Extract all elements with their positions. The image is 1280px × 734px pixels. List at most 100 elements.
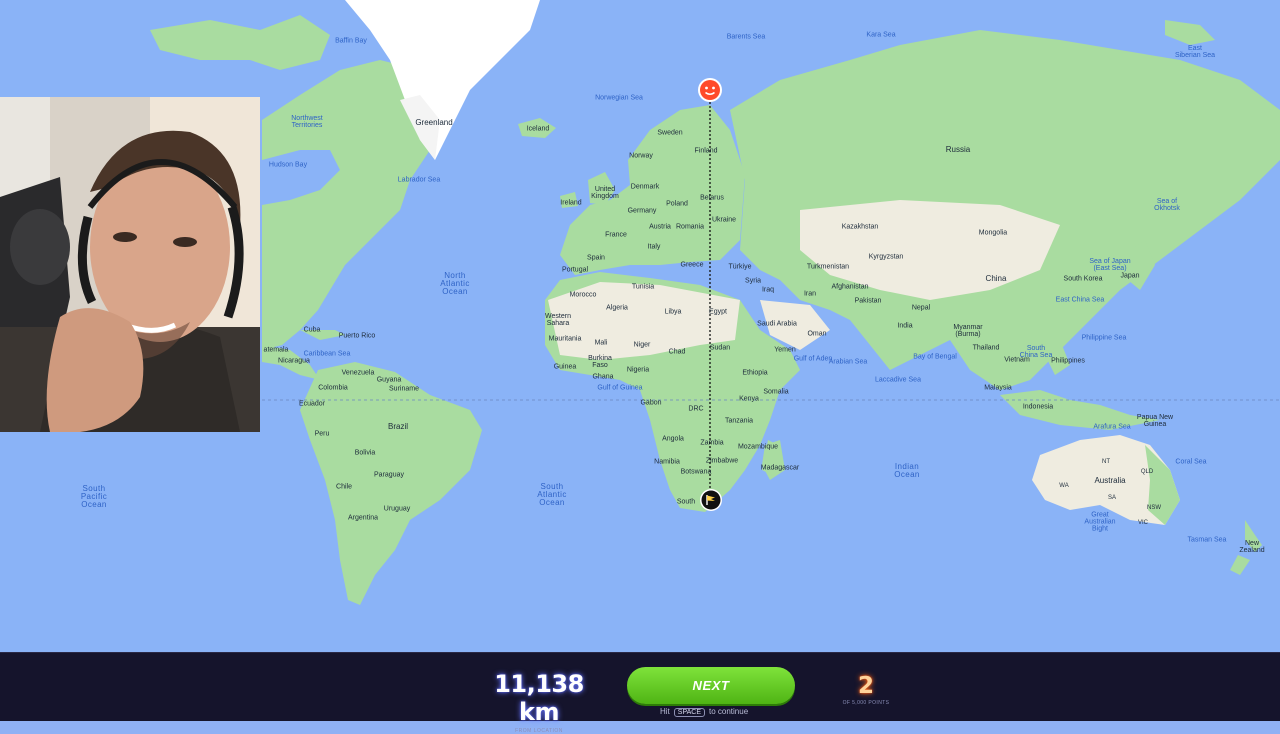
country-label-bolivia: Bolivia [354, 449, 376, 457]
country-label-nigeria: Nigeria [626, 366, 650, 374]
country-label-somalia: Somalia [763, 388, 789, 396]
country-label-iran: Iran [803, 290, 817, 298]
country-label-japan: Japan [1120, 272, 1140, 280]
ocean-label-indian: Indian Ocean [894, 462, 920, 479]
country-label-ecuador: Ecuador [298, 400, 326, 408]
sea-label-philippine: Philippine Sea [1081, 334, 1127, 342]
country-label-iceland: Iceland [526, 125, 550, 133]
country-label-new-zealand: New Zealand [1239, 540, 1265, 554]
points-caption: OF 5,000 POINTS [842, 700, 890, 706]
country-label-nepal: Nepal [911, 304, 931, 312]
country-label-malaysia: Malaysia [984, 384, 1012, 392]
country-label-nicaragua: Nicaragua [278, 357, 310, 365]
region-label-northwest-territories: Northwest Territories [291, 115, 323, 129]
country-label-kazakhstan: Kazakhstan [841, 223, 879, 231]
country-label-austria: Austria [649, 223, 671, 231]
country-label-gabon: Gabon [640, 399, 662, 407]
sea-label-gulf-of-aden: Gulf of Aden [793, 355, 833, 363]
sea-label-okhotsk: Sea of Okhotsk [1154, 198, 1180, 212]
country-label-united-kingdom: United Kingdom [591, 186, 619, 200]
country-label-madagascar: Madagascar [760, 464, 800, 472]
country-label-mongolia: Mongolia [978, 229, 1008, 237]
country-label-namibia: Namibia [654, 458, 680, 466]
country-label-mali: Mali [594, 339, 608, 347]
country-label-romania: Romania [675, 223, 705, 231]
country-label-brazil: Brazil [387, 422, 409, 431]
country-label-chile: Chile [336, 483, 352, 491]
country-label-saudi-arabia: Saudi Arabia [757, 320, 797, 328]
country-label-yemen: Yemen [774, 346, 796, 354]
sea-label-kara: Kara Sea [866, 31, 896, 39]
country-label-burkina-faso: Burkina Faso [588, 355, 612, 369]
state-label-wa: WA [1059, 483, 1069, 489]
sea-label-labrador: Labrador Sea [397, 176, 441, 184]
country-label-south-africa: South [676, 498, 696, 506]
country-label-spain: Spain [587, 254, 605, 262]
streamer-webcam-feed [0, 97, 260, 432]
country-label-syria: Syria [745, 277, 761, 285]
country-label-denmark: Denmark [630, 183, 660, 191]
sea-label-baffin-bay: Baffin Bay [335, 37, 367, 45]
country-label-poland: Poland [666, 200, 688, 208]
country-label-botswana: Botswana [680, 468, 712, 476]
sea-label-coral: Coral Sea [1175, 458, 1207, 466]
flag-pin-icon [700, 489, 722, 511]
country-label-portugal: Portugal [561, 266, 589, 274]
country-label-oman: Oman [807, 330, 827, 338]
country-label-belarus: Belarus [700, 194, 724, 202]
sea-label-great-australian-bight: Great Australian Bight [1084, 511, 1116, 533]
hint-prefix: Hit [660, 707, 670, 716]
country-label-drc: DRC [688, 405, 704, 413]
smiley-face-pin-icon [698, 78, 722, 102]
next-button[interactable]: NEXT [627, 667, 795, 704]
state-label-nsw: NSW [1147, 505, 1161, 511]
streamer-webcam [0, 97, 260, 432]
space-key-badge: SPACE [673, 708, 705, 717]
ocean-label-north-atlantic: North Atlantic Ocean [440, 271, 470, 296]
country-label-chad: Chad [668, 348, 686, 356]
sea-label-laccadive: Laccadive Sea [875, 376, 921, 384]
country-label-ethiopia: Ethiopia [742, 369, 768, 377]
country-label-guyana: Guyana [376, 376, 402, 384]
country-label-sweden: Sweden [657, 129, 683, 137]
country-label-guinea: Guinea [553, 363, 577, 371]
country-label-angola: Angola [662, 435, 684, 443]
sea-label-gulf-of-guinea: Gulf of Guinea [597, 384, 643, 392]
country-label-vietnam: Vietnam [1004, 356, 1030, 364]
sea-label-caribbean: Caribbean Sea [303, 350, 351, 358]
sea-label-norwegian: Norwegian Sea [595, 94, 643, 102]
country-label-sudan: Sudan [709, 344, 731, 352]
country-label-cuba: Cuba [303, 326, 321, 334]
continue-hint: Hit SPACE to continue [660, 707, 748, 717]
distance-value: 11,138 km [494, 670, 584, 726]
state-label-sa: SA [1107, 495, 1117, 501]
country-label-ireland: Ireland [560, 199, 582, 207]
country-label-greenland: Greenland [415, 118, 453, 127]
country-label-kenya: Kenya [739, 395, 759, 403]
country-label-greece: Greece [680, 261, 704, 269]
country-label-zambia: Zambia [700, 439, 724, 447]
country-label-paraguay: Paraguay [374, 471, 404, 479]
country-label-papua-new-guinea: Papua New Guinea [1136, 414, 1174, 428]
country-label-kyrgyzstan: Kyrgyzstan [868, 253, 904, 261]
country-label-indonesia: Indonesia [1022, 403, 1054, 411]
ocean-label-south-pacific: South Pacific Ocean [80, 484, 108, 509]
distance-display: 11,138 km FROM LOCATION [478, 670, 600, 734]
country-label-russia: Russia [945, 145, 971, 154]
country-label-tanzania: Tanzania [724, 417, 754, 425]
sea-label-bay-of-bengal: Bay of Bengal [913, 353, 957, 361]
country-label-guatemala: atemala [263, 346, 289, 354]
sea-label-arabian: Arabian Sea [828, 358, 868, 366]
country-label-italy: Italy [647, 243, 661, 251]
distance-caption: FROM LOCATION [515, 728, 563, 734]
country-label-norway: Norway [629, 152, 653, 160]
country-label-mozambique: Mozambique [737, 443, 779, 451]
country-label-argentina: Argentina [348, 514, 378, 522]
landmass-south-america [300, 362, 482, 605]
country-label-puerto-rico: Puerto Rico [338, 332, 376, 340]
country-label-germany: Germany [627, 207, 657, 215]
country-label-afghanistan: Afghanistan [831, 283, 869, 291]
points-display: 2 OF 5,000 POINTS [836, 672, 896, 706]
country-label-ghana: Ghana [592, 373, 614, 381]
country-label-zimbabwe: Zimbabwe [705, 457, 739, 465]
